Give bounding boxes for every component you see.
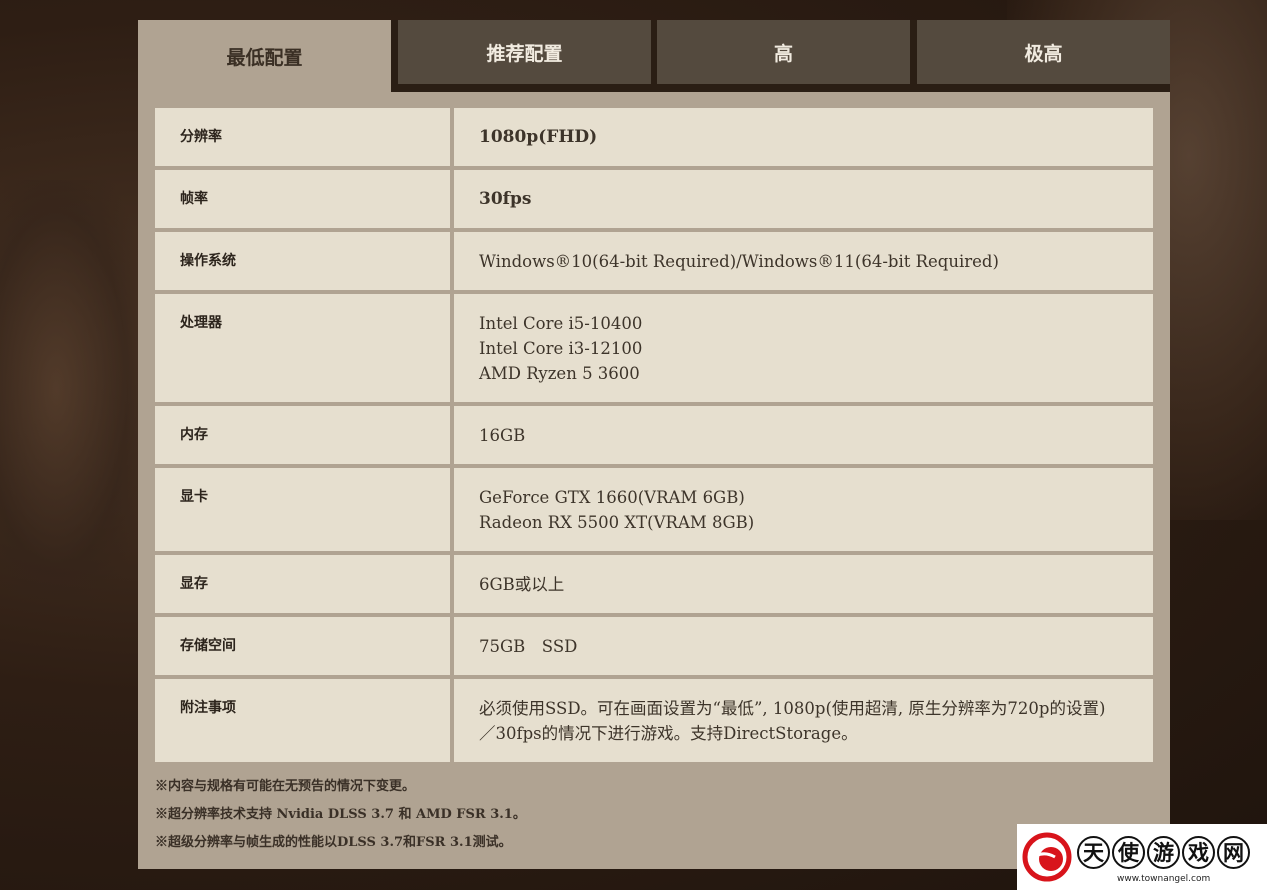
- watermark-char: 天: [1077, 835, 1110, 869]
- row-value-gpu: GeForce GTX 1660(VRAM 6GB) Radeon RX 550…: [454, 468, 1153, 551]
- row-label-cpu: 处理器: [155, 294, 450, 402]
- value-line: 75GB SSD: [479, 636, 578, 656]
- row-value-storage: 75GB SSD: [454, 617, 1153, 675]
- row-label-storage: 存储空间: [155, 617, 450, 675]
- watermark-char: 戏: [1182, 835, 1215, 869]
- row-value-resolution: 1080p(FHD): [454, 108, 1153, 166]
- spec-table: 分辨率 1080p(FHD) 帧率 30fps 操作系统 Windows®10(…: [155, 108, 1153, 766]
- footnote: ※超级分辨率与帧生成的性能以DLSS 3.7和FSR 3.1测试。: [155, 835, 512, 850]
- footnote: ※超分辨率技术支持 Nvidia DLSS 3.7 和 AMD FSR 3.1。: [155, 807, 526, 822]
- table-row: 内存 16GB: [155, 406, 1153, 464]
- row-value-notes: 必须使用SSD。可在画面设置为“最低”, 1080p(使用超清, 原生分辨率为7…: [454, 679, 1153, 762]
- site-watermark: 天 使 游 戏 网 www.townangel.com: [1017, 824, 1267, 890]
- row-label-framerate: 帧率: [155, 170, 450, 228]
- value-line: GeForce GTX 1660(VRAM 6GB): [479, 487, 745, 507]
- table-row: 帧率 30fps: [155, 170, 1153, 228]
- background-art-left: [0, 180, 140, 600]
- footnotes: ※内容与规格有可能在无预告的情况下变更。 ※超分辨率技术支持 Nvidia DL…: [155, 776, 526, 860]
- tier-tabs: 最低配置 推荐配置 高 极高: [138, 20, 1170, 92]
- tab-high[interactable]: 高: [657, 20, 910, 84]
- value-line: Intel Core i3-12100: [479, 338, 643, 358]
- value-line: 30fps: [479, 188, 532, 209]
- row-label-resolution: 分辨率: [155, 108, 450, 166]
- table-row: 操作系统 Windows®10(64-bit Required)/Windows…: [155, 232, 1153, 290]
- footnote: ※内容与规格有可能在无预告的情况下变更。: [155, 779, 416, 794]
- spec-panel: 最低配置 推荐配置 高 极高 分辨率 1080p(FHD) 帧率 30fps 操…: [138, 20, 1170, 869]
- table-row: 存储空间 75GB SSD: [155, 617, 1153, 675]
- watermark-char: 网: [1217, 835, 1250, 869]
- tab-minimum[interactable]: 最低配置: [138, 20, 391, 92]
- tab-ultra[interactable]: 极高: [917, 20, 1170, 84]
- value-line: 1080p(FHD): [479, 126, 598, 147]
- tab-recommended[interactable]: 推荐配置: [398, 20, 651, 84]
- row-value-framerate: 30fps: [454, 170, 1153, 228]
- row-label-notes: 附注事项: [155, 679, 450, 762]
- row-label-os: 操作系统: [155, 232, 450, 290]
- value-line: AMD Ryzen 5 3600: [479, 363, 640, 383]
- row-value-os: Windows®10(64-bit Required)/Windows®11(6…: [454, 232, 1153, 290]
- value-line: Windows®10(64-bit Required)/Windows®11(6…: [479, 251, 999, 271]
- value-line: 16GB: [479, 425, 526, 445]
- value-line: ／30fps的情况下进行游戏。支持DirectStorage。: [479, 723, 858, 743]
- watermark-url: www.townangel.com: [1117, 874, 1211, 884]
- value-line: 6GB或以上: [479, 574, 565, 594]
- table-row: 分辨率 1080p(FHD): [155, 108, 1153, 166]
- row-label-vram: 显存: [155, 555, 450, 613]
- row-label-memory: 内存: [155, 406, 450, 464]
- table-row: 附注事项 必须使用SSD。可在画面设置为“最低”, 1080p(使用超清, 原生…: [155, 679, 1153, 762]
- row-value-cpu: Intel Core i5-10400 Intel Core i3-12100 …: [454, 294, 1153, 402]
- watermark-title: 天 使 游 戏 网: [1077, 835, 1252, 869]
- table-row: 处理器 Intel Core i5-10400 Intel Core i3-12…: [155, 294, 1153, 402]
- watermark-char: 使: [1112, 835, 1145, 869]
- table-row: 显存 6GB或以上: [155, 555, 1153, 613]
- value-line: Radeon RX 5500 XT(VRAM 8GB): [479, 512, 755, 532]
- row-value-memory: 16GB: [454, 406, 1153, 464]
- value-line: Intel Core i5-10400: [479, 313, 643, 333]
- row-value-vram: 6GB或以上: [454, 555, 1153, 613]
- watermark-char: 游: [1147, 835, 1180, 869]
- row-label-gpu: 显卡: [155, 468, 450, 551]
- angel-logo-icon: [1021, 831, 1073, 883]
- value-line: 必须使用SSD。可在画面设置为“最低”, 1080p(使用超清, 原生分辨率为7…: [479, 698, 1106, 718]
- table-row: 显卡 GeForce GTX 1660(VRAM 6GB) Radeon RX …: [155, 468, 1153, 551]
